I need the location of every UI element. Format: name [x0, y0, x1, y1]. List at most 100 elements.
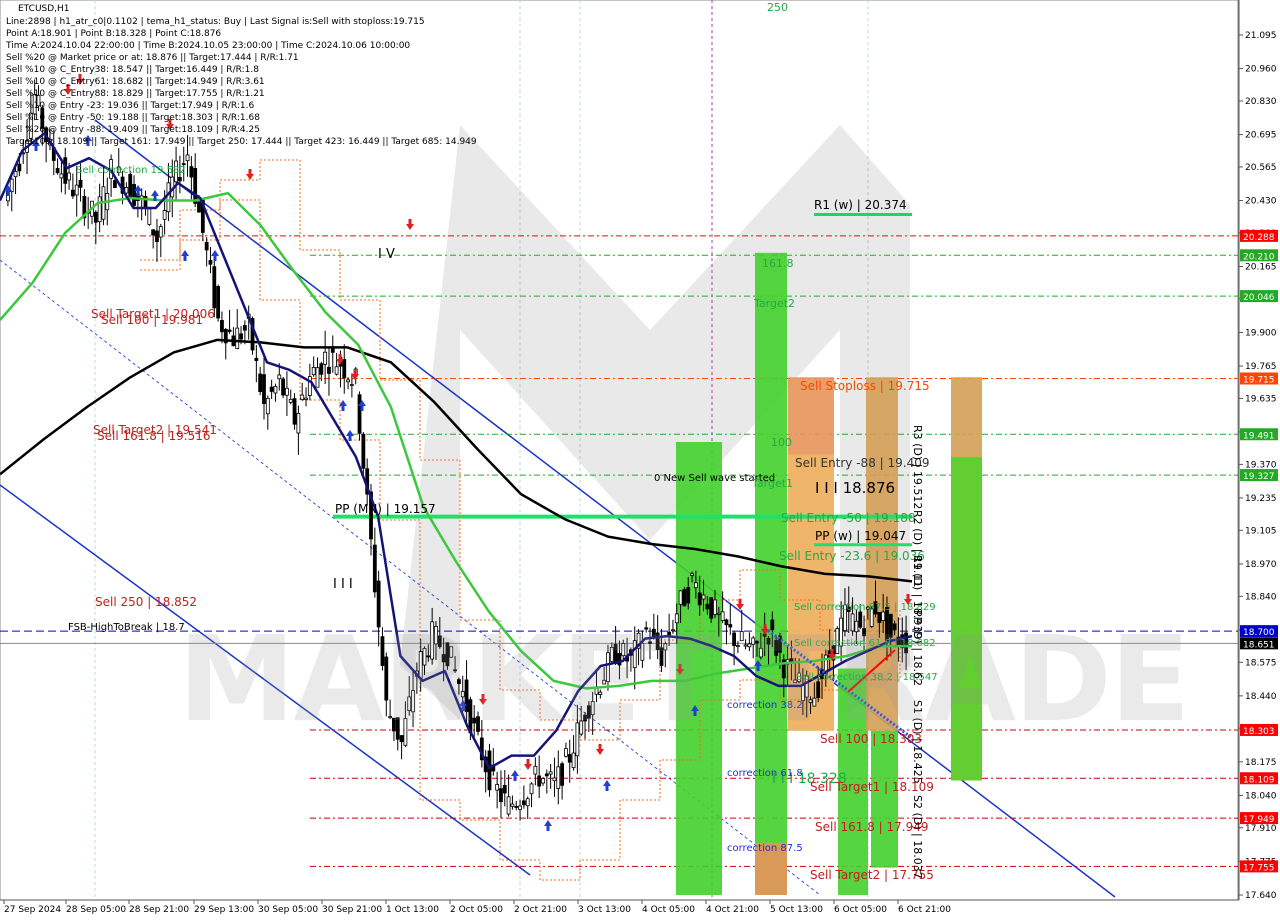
candle-body	[254, 357, 259, 362]
candle-body	[476, 716, 480, 732]
candle-body	[590, 701, 595, 716]
candle-body	[774, 640, 779, 656]
candle-body	[816, 681, 821, 698]
candle-body	[204, 241, 209, 251]
candle-body	[319, 363, 324, 375]
candle-body	[529, 783, 534, 795]
target2-label: Target2	[753, 297, 795, 310]
candle-body	[74, 184, 79, 196]
sell-entry-23-label: Sell Entry -23.6 | 19.036	[779, 549, 925, 563]
target1-label: Target1	[751, 477, 793, 490]
candle-body	[583, 714, 587, 722]
x-tick-label: 1 Oct 13:00	[386, 905, 439, 915]
s2-daily-label: S2 (D) | 18.037	[911, 795, 924, 879]
candle-body	[399, 735, 404, 743]
candle-body	[178, 177, 182, 182]
candle-body	[560, 763, 565, 786]
candle-body	[571, 752, 576, 769]
price-tag-label: 17.949	[1243, 815, 1275, 825]
candle-body	[155, 230, 159, 242]
candle-body	[472, 717, 477, 724]
correction-87-label: correction 87.5	[727, 843, 803, 854]
candle-body	[632, 640, 637, 669]
candle-body	[372, 544, 377, 593]
candle-body	[434, 626, 438, 645]
price-tag-label: 18.651	[1243, 640, 1275, 650]
target-zone	[951, 456, 982, 781]
candle-body	[13, 171, 18, 178]
info-line: Sell %10 @ Entry -23: 19.036 || Target:1…	[6, 101, 255, 111]
candle-body	[544, 773, 549, 777]
y-tick-label: 20.960	[1245, 65, 1277, 75]
candle-body	[403, 718, 408, 746]
y-tick-label: 19.370	[1245, 460, 1277, 470]
target-zone	[676, 441, 722, 895]
candle-body	[411, 690, 415, 713]
candle-body	[533, 765, 538, 775]
r1-week-label: R1 (w) | 20.374	[814, 198, 907, 212]
price-tag-label: 19.327	[1243, 472, 1275, 482]
candle-body	[621, 643, 626, 657]
candle-body	[850, 613, 855, 632]
info-line: Line:2898 | h1_atr_c0|0.1102 | tema_h1_s…	[6, 17, 425, 27]
candle-body	[132, 183, 136, 206]
candle-body	[67, 172, 71, 181]
price-tag-label: 18.700	[1243, 628, 1275, 638]
y-tick-label: 19.635	[1245, 394, 1277, 404]
fib-161-label: 161.8	[762, 257, 794, 270]
candle-body	[147, 208, 152, 225]
y-tick-label: 20.830	[1245, 97, 1277, 107]
candle-body	[384, 656, 389, 701]
candle-body	[617, 653, 622, 666]
pp-week-label: PP (w) | 19.047	[815, 529, 906, 543]
x-tick-label: 4 Oct 05:00	[642, 905, 695, 915]
candle-body	[602, 679, 607, 685]
candle-body	[716, 612, 721, 615]
candle-body	[598, 691, 603, 695]
candle-body	[644, 627, 649, 630]
candle-body	[288, 398, 293, 403]
candle-body	[285, 387, 289, 396]
candle-body	[449, 646, 454, 658]
info-line: Sell %20 @ Entry -88: 19.409 || Target:1…	[6, 125, 260, 135]
candle-body	[265, 397, 270, 415]
candle-body	[751, 637, 756, 645]
candle-body	[770, 619, 775, 630]
candle-body	[63, 157, 68, 184]
correction-61-label: correction 61.8	[727, 768, 803, 779]
candle-body	[739, 631, 744, 642]
info-line: Target100: 18.109 || Target 161: 17.949 …	[6, 137, 477, 147]
point-c-label: I I I 18.876	[815, 479, 895, 497]
candle-body	[556, 766, 561, 789]
price-tag-label: 17.755	[1243, 863, 1275, 873]
candle-body	[690, 573, 694, 576]
candle-body	[518, 805, 522, 811]
sell-stoploss-label: Sell Stoploss | 19.715	[800, 379, 930, 393]
candle-body	[713, 599, 717, 615]
candle-body	[548, 771, 553, 775]
sell-entry-88-label: Sell Entry -88 | 19.409	[795, 456, 929, 470]
candle-body	[388, 716, 393, 719]
candle-body	[659, 647, 664, 666]
candle-body	[422, 648, 427, 666]
candle-body	[395, 717, 400, 740]
x-tick-label: 3 Oct 13:00	[578, 905, 631, 915]
x-tick-label: 28 Sep 21:00	[129, 905, 189, 915]
y-tick-label: 19.765	[1245, 362, 1277, 372]
candle-body	[281, 378, 285, 396]
fsb-label: FSB-HighToBreak | 18.7	[68, 622, 185, 633]
candle-body	[296, 413, 301, 434]
y-tick-label: 18.575	[1245, 658, 1277, 668]
candle-body	[128, 174, 133, 200]
candle-body	[227, 329, 232, 332]
price-tag-label: 20.046	[1243, 293, 1275, 303]
candle-body	[380, 636, 385, 666]
target-zone	[755, 252, 787, 895]
candle-body	[151, 229, 156, 236]
candle-body	[495, 783, 500, 791]
x-tick-label: 2 Oct 05:00	[450, 905, 503, 915]
y-tick-label: 18.175	[1245, 758, 1277, 768]
candle-body	[334, 366, 339, 375]
candle-body	[499, 788, 503, 802]
y-tick-label: 19.235	[1245, 494, 1277, 504]
